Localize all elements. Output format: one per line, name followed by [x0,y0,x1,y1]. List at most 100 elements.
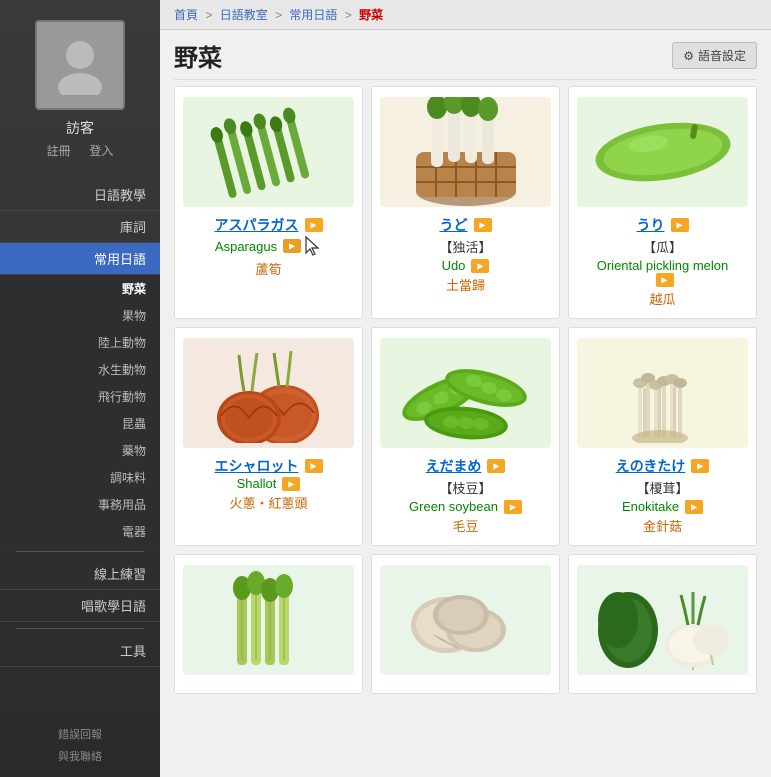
vocab-image-edamame [380,338,551,448]
udo-en: Udo [442,258,466,273]
enoki-illustration [583,343,743,443]
breadcrumb-common-jp[interactable]: 常用日語 [289,8,337,22]
edamame-sound-btn[interactable] [487,459,505,473]
enoki-en-sound-btn[interactable] [685,500,703,514]
avatar [35,20,125,110]
udo-sound-btn[interactable] [474,218,492,232]
register-link[interactable]: 註冊 [47,144,71,158]
sidebar-item-tools[interactable]: 工具 [0,635,160,667]
edamame-zh: 毛豆 [452,516,478,535]
vocab-grid: アスパラガス Asparagus 蘆筍 [160,80,771,708]
enoki-sound-btn[interactable] [691,459,709,473]
enoki-zh: 金針菇 [643,516,682,535]
asparagus-en-sound-btn[interactable] [283,239,301,253]
sidebar-contact[interactable]: 與我聯絡 [0,745,160,767]
asparagus-jp-line: アスパラガス [215,215,323,235]
breadcrumb-sep-1: > [205,8,215,22]
login-link[interactable]: 登入 [89,144,113,158]
gourd-en-sound-btn[interactable] [656,273,674,287]
main-content: 首頁 > 日語教室 > 常用日語 > 野菜 野菜 ⚙ 語音設定 [160,0,771,777]
enoki-en: Enokitake [622,499,679,514]
sidebar-item-online-practice[interactable]: 線上練習 [0,558,160,590]
breadcrumb-home[interactable]: 首頁 [174,8,198,22]
sidebar-item-common-jp[interactable]: 常用日語 [0,243,160,275]
edamame-jp-line: えだまめ [426,456,506,476]
gourd-kanji: 【瓜】 [643,237,682,256]
vocab-image-udo [380,97,551,207]
sidebar-item-dictionary[interactable]: 庫詞 [0,211,160,243]
shallot-illustration [189,343,349,443]
sidebar-item-jp-learning[interactable]: 日語教學 [0,179,160,211]
gourd-en: Oriental pickling melon [597,258,729,273]
breadcrumb-sep-2: > [275,8,285,22]
vocab-card-bottom1 [174,554,363,694]
udo-illustration [386,97,546,207]
breadcrumb-jp-school[interactable]: 日語教室 [220,8,268,22]
sidebar-bottom: 錯誤回報 與我聯絡 [0,723,160,777]
enoki-jp-kana: えのきたけ [616,456,686,476]
breadcrumb-sep-3: > [345,8,355,22]
shallot-sound-btn[interactable] [305,459,323,473]
gourd-jp-kana: うり [637,215,665,235]
nav-divider-2 [16,628,144,629]
gourd-jp-line: うり [637,215,689,235]
vocab-image-enokitake [577,338,748,448]
udo-en-sound-btn[interactable] [471,259,489,273]
asparagus-zh: 蘆筍 [255,259,281,278]
vocab-card-shallot: エシャロット Shallot 火蔥・紅蔥頭 [174,327,363,546]
gear-icon: ⚙ [683,49,694,63]
edamame-en-sound-btn[interactable] [504,500,522,514]
gourd-illustration [583,102,743,202]
asparagus-en: Asparagus [215,239,277,254]
gourd-sound-line [652,273,674,287]
enoki-en-line: Enokitake [622,499,703,514]
settings-btn-label: 語音設定 [698,47,746,64]
udo-jp-line: うど [440,215,492,235]
nav-divider [16,551,144,552]
page-title: 野菜 [174,38,222,73]
breadcrumb: 首頁 > 日語教室 > 常用日語 > 野菜 [160,0,771,30]
vocab-image-bottom3 [577,565,748,675]
breadcrumb-current: 野菜 [359,8,383,22]
gourd-en-line: Oriental pickling melon [597,258,729,273]
vocab-card-udo: うど 【独活】 Udo 土當歸 [371,86,560,319]
vocab-image-bottom2 [380,565,551,675]
gourd-sound-btn[interactable] [671,218,689,232]
sidebar-error-report[interactable]: 錯誤回報 [0,723,160,745]
vocab-card-bottom2 [371,554,560,694]
sidebar-sub-electronics[interactable]: 電器 [0,518,160,545]
shallot-en-line: Shallot [237,476,301,491]
sidebar-sub-water-animals[interactable]: 水生動物 [0,356,160,383]
user-silhouette-icon [50,35,110,95]
mushroom-illustration [386,570,546,670]
sidebar-sub-office[interactable]: 事務用品 [0,491,160,518]
edamame-en-line: Green soybean [409,499,522,514]
sidebar-sub-flying-animals[interactable]: 飛行動物 [0,383,160,410]
sidebar-sub-land-animals[interactable]: 陸上動物 [0,329,160,356]
gourd-zh: 越瓜 [649,289,675,308]
shallot-en: Shallot [237,476,277,491]
user-auth-links[interactable]: 註冊 登入 [47,142,114,159]
sidebar-item-songs[interactable]: 唱歌學日語 [0,590,160,622]
vocab-image-gourd [577,97,748,207]
sidebar-sub-medicine[interactable]: 藥物 [0,437,160,464]
avatar-area: 訪客 註冊 登入 [0,0,160,169]
udo-jp-kana: うど [440,215,468,235]
enoki-kanji: 【榎茸】 [636,478,688,497]
sidebar-nav: 日語教學 庫詞 常用日語 野菜 果物 陸上動物 水生動物 飛行動物 昆蟲 藥物 … [0,179,160,667]
vocab-card-edamame: えだまめ 【枝豆】 Green soybean 毛豆 [371,327,560,546]
asparagus-sound-btn[interactable] [305,218,323,232]
sidebar-sub-seasoning[interactable]: 調味料 [0,464,160,491]
shallot-en-sound-btn[interactable] [282,477,300,491]
asparagus-illustration [189,102,349,202]
sidebar-sub-vegetables[interactable]: 野菜 [0,275,160,302]
asparagus-en-line: Asparagus [215,235,322,257]
udo-zh: 土當歸 [446,275,485,294]
vocab-card-bottom3 [568,554,757,694]
sidebar-sub-fruits[interactable]: 果物 [0,302,160,329]
audio-settings-button[interactable]: ⚙ 語音設定 [672,42,757,69]
udo-kanji: 【独活】 [439,237,491,256]
vocab-card-asparagus: アスパラガス Asparagus 蘆筍 [174,86,363,319]
enoki-jp-line: えのきたけ [616,456,710,476]
sidebar-sub-insects[interactable]: 昆蟲 [0,410,160,437]
